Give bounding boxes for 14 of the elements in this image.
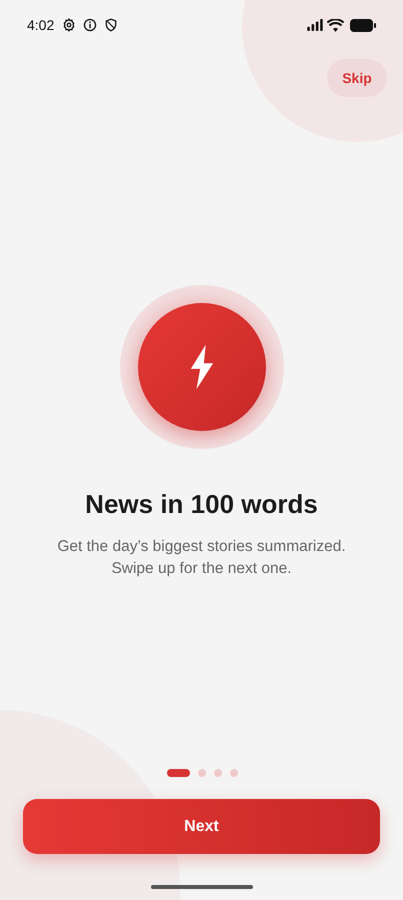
settings-icon xyxy=(62,18,76,32)
info-icon xyxy=(83,18,98,32)
lightning-icon xyxy=(188,344,214,390)
wifi-icon xyxy=(327,18,344,32)
home-indicator[interactable] xyxy=(150,885,252,889)
next-button[interactable]: Next xyxy=(23,799,380,854)
shield-icon xyxy=(104,18,118,32)
page-indicator-dot[interactable] xyxy=(230,769,238,777)
clock-time: 4:02 xyxy=(27,17,54,33)
onboarding-description: Get the day’s biggest stories summarized. Swipe up for the next one. xyxy=(56,537,347,579)
page-indicator-dot[interactable] xyxy=(214,769,222,777)
page-indicator-dot[interactable] xyxy=(198,769,206,777)
onboarding-title: News in 100 words xyxy=(85,489,318,520)
signal-icon xyxy=(307,19,323,31)
